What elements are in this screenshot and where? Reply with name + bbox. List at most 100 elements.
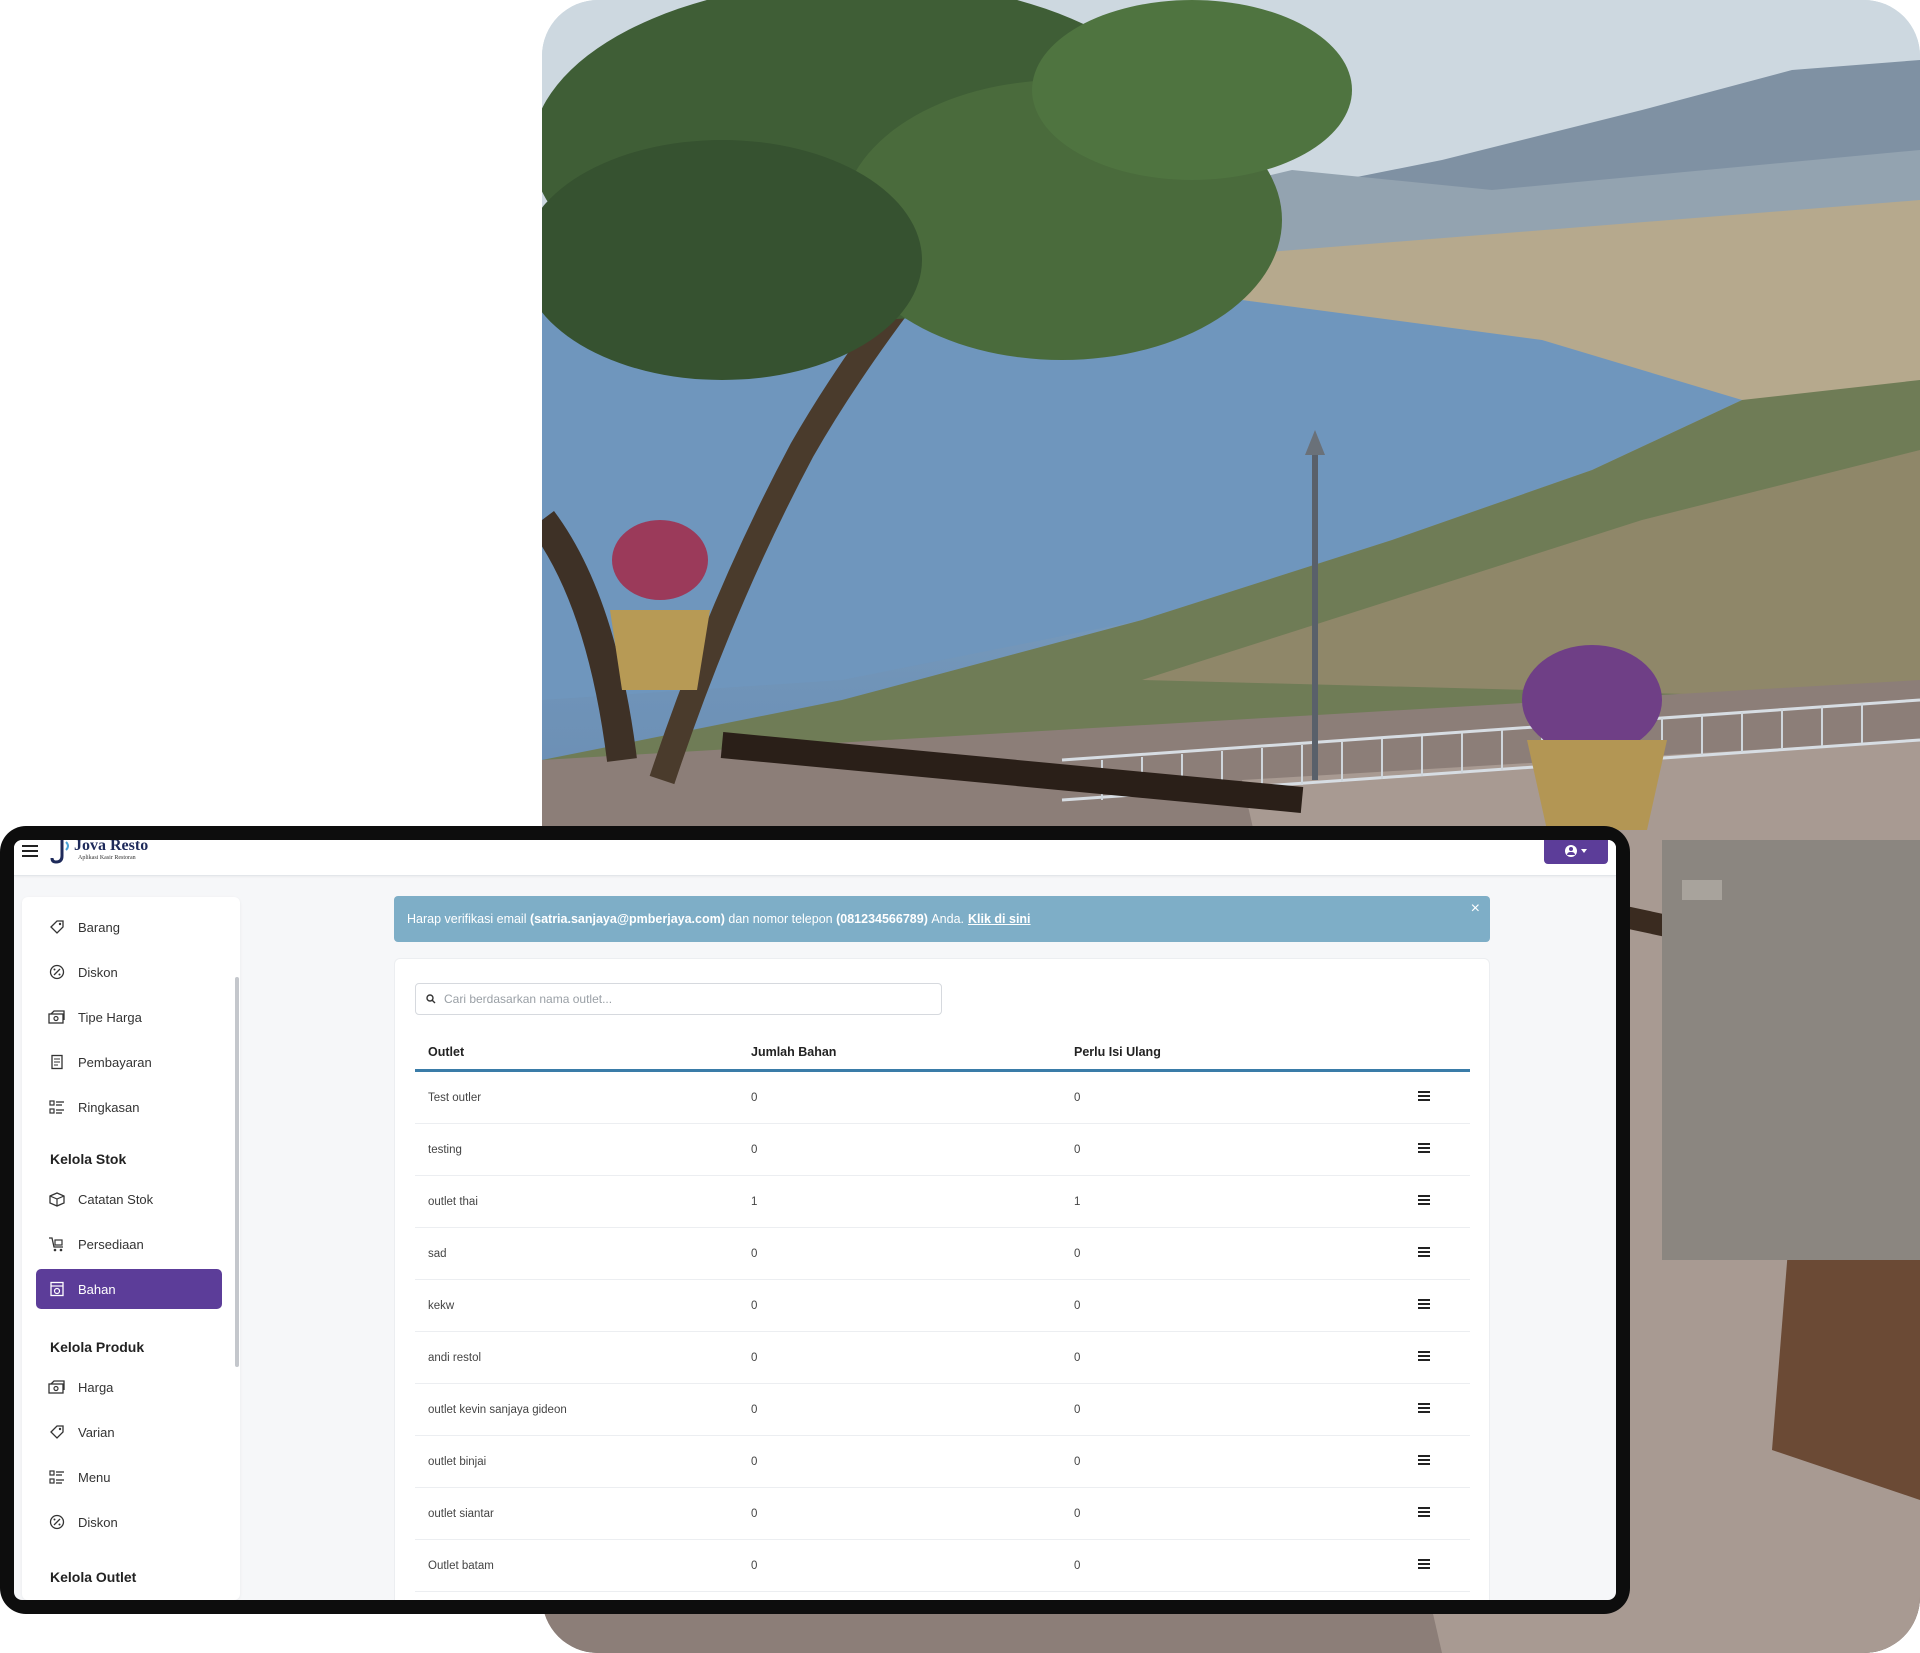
cell-outlet: andi restol (428, 1352, 482, 1364)
sidebar-item-catatan-stok[interactable]: Catatan Stok (36, 1179, 222, 1219)
sidebar-scrollbar[interactable] (235, 977, 239, 1367)
row-menu-icon[interactable] (1418, 1455, 1430, 1465)
table-row[interactable]: sad 0 0 (415, 1228, 1470, 1280)
table-row[interactable]: kekw 0 0 (415, 1280, 1470, 1332)
verification-alert: Harap verifikasi email (satria.sanjaya@p… (394, 896, 1490, 942)
table-row[interactable]: outlet siantar 0 0 (415, 1488, 1470, 1540)
logo-mark-icon (50, 840, 69, 864)
sidebar-item-diskon-produk[interactable]: Diskon (36, 1502, 222, 1542)
table-row[interactable]: andi restol 0 0 (415, 1332, 1470, 1384)
top-navbar: Jova Resto Aplikasi Kasir Restoran (14, 840, 1616, 876)
sidebar-item-pembayaran[interactable]: Pembayaran (36, 1042, 222, 1082)
sidebar-item-persediaan[interactable]: Persediaan (36, 1224, 222, 1264)
alert-email: (satria.sanjaya@pmberjaya.com) (529, 912, 725, 926)
app-title: Jova Resto (74, 840, 149, 854)
cell-jumlah-bahan: 0 (751, 1456, 758, 1468)
sidebar-item-label: Ringkasan (78, 1099, 140, 1115)
tag-icon (48, 1423, 66, 1441)
receipt-icon (48, 1053, 66, 1071)
sidebar-item-varian[interactable]: Varian (36, 1412, 222, 1452)
sidebar-item-label: Barang (78, 919, 120, 935)
table-row[interactable]: testing 0 0 (415, 1124, 1470, 1176)
cell-outlet: outlet thai (428, 1196, 478, 1208)
user-menu-button[interactable] (1544, 840, 1608, 864)
table-row[interactable]: Outlet batam 0 0 (415, 1540, 1470, 1592)
table-row[interactable]: outlet thai 1 1 (415, 1176, 1470, 1228)
alert-phone: (081234566789) (836, 912, 928, 926)
sidebar-item-label: Harga (78, 1379, 114, 1395)
cell-perlu-isi-ulang: 0 (1074, 1456, 1081, 1468)
list-icon (48, 1098, 66, 1116)
row-menu-icon[interactable] (1418, 1507, 1430, 1517)
search-icon (426, 994, 436, 1004)
sidebar-section-kelola-stok: Kelola Stok (50, 1151, 127, 1167)
column-header-jumlah-bahan: Jumlah Bahan (751, 1045, 837, 1059)
cell-jumlah-bahan: 0 (751, 1508, 758, 1520)
percent-badge-icon (48, 963, 66, 981)
table-row[interactable]: outlet binjai 0 0 (415, 1436, 1470, 1488)
cell-jumlah-bahan: 1 (751, 1196, 758, 1208)
cell-perlu-isi-ulang: 0 (1074, 1560, 1081, 1572)
cell-jumlah-bahan: 0 (751, 1404, 758, 1416)
cell-outlet: Test outler (428, 1092, 482, 1104)
outlet-ingredient-card: Outlet Jumlah Bahan Perlu Isi Ulang Test… (394, 958, 1490, 1600)
sidebar-item-label: Pembayaran (78, 1054, 152, 1070)
cell-outlet: Outlet batam (428, 1560, 494, 1572)
user-circle-icon (1565, 845, 1577, 857)
sidebar-item-harga[interactable]: Harga (36, 1367, 222, 1407)
tablet-frame: Jova Resto Aplikasi Kasir Restoran Baran… (0, 826, 1630, 1614)
row-menu-icon[interactable] (1418, 1403, 1430, 1413)
money-icon (48, 1008, 66, 1026)
alert-text-mid: dan nomor telepon (728, 912, 833, 926)
table-row[interactable]: Test outler 0 0 (415, 1072, 1470, 1124)
list-icon (48, 1468, 66, 1486)
box-icon (48, 1190, 66, 1208)
cell-perlu-isi-ulang: 0 (1074, 1144, 1081, 1156)
sidebar-item-label: Varian (78, 1424, 115, 1440)
sidebar-item-bahan[interactable]: Bahan (36, 1269, 222, 1309)
sidebar-item-ringkasan[interactable]: Ringkasan (36, 1087, 222, 1127)
row-menu-icon[interactable] (1418, 1247, 1430, 1257)
table-row[interactable]: outlet kevin sanjaya gideon 0 0 (415, 1384, 1470, 1436)
cell-outlet: testing (428, 1144, 462, 1156)
sidebar-item-barang[interactable]: Barang (36, 907, 222, 947)
sidebar-item-menu[interactable]: Menu (36, 1457, 222, 1497)
ingredient-icon (48, 1280, 66, 1298)
app-screen: Jova Resto Aplikasi Kasir Restoran Baran… (14, 840, 1616, 1600)
row-menu-icon[interactable] (1418, 1559, 1430, 1569)
cell-jumlah-bahan: 0 (751, 1300, 758, 1312)
cell-outlet: kekw (428, 1300, 455, 1312)
row-menu-icon[interactable] (1418, 1351, 1430, 1361)
row-menu-icon[interactable] (1418, 1143, 1430, 1153)
close-icon[interactable]: × (1471, 900, 1480, 918)
row-menu-icon[interactable] (1418, 1195, 1430, 1205)
alert-text-after: Anda. (931, 912, 965, 926)
row-menu-icon[interactable] (1418, 1299, 1430, 1309)
search-box[interactable] (415, 983, 942, 1015)
cart-icon (48, 1235, 66, 1253)
app-logo[interactable]: Jova Resto Aplikasi Kasir Restoran (50, 840, 180, 874)
search-input[interactable] (444, 992, 924, 1006)
sidebar-item-tipe-harga[interactable]: Tipe Harga (36, 997, 222, 1037)
cell-outlet: sad (428, 1248, 447, 1260)
hamburger-menu-icon[interactable] (22, 845, 38, 859)
sidebar-item-label: Diskon (78, 1514, 118, 1530)
caret-down-icon (1581, 849, 1587, 853)
alert-text-before: Harap verifikasi email (407, 912, 527, 926)
sidebar-item-label: Persediaan (78, 1236, 144, 1252)
sidebar-section-kelola-produk: Kelola Produk (50, 1339, 145, 1355)
cell-jumlah-bahan: 0 (751, 1352, 758, 1364)
cell-perlu-isi-ulang: 0 (1074, 1508, 1081, 1520)
money-icon (48, 1378, 66, 1396)
sidebar-item-label: Menu (78, 1469, 111, 1485)
sidebar-item-label: Diskon (78, 964, 118, 980)
verify-link[interactable]: Klik di sini (968, 912, 1031, 926)
sidebar: Barang Diskon Tipe Harga Pembayaran Ring… (22, 897, 240, 1600)
column-header-perlu-isi-ulang: Perlu Isi Ulang (1074, 1045, 1161, 1059)
cell-perlu-isi-ulang: 0 (1074, 1404, 1081, 1416)
sidebar-section-kelola-outlet: Kelola Outlet (50, 1569, 137, 1585)
sidebar-item-diskon[interactable]: Diskon (36, 952, 222, 992)
cell-outlet: outlet binjai (428, 1456, 487, 1468)
row-menu-icon[interactable] (1418, 1091, 1430, 1101)
cell-perlu-isi-ulang: 0 (1074, 1092, 1081, 1104)
